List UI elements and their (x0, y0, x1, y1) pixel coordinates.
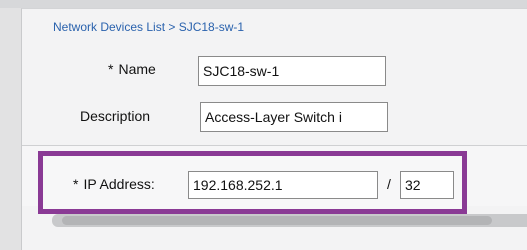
subnet-mask-input[interactable] (400, 171, 454, 199)
ip-address-label: * IP Address: (73, 176, 155, 192)
top-strip (0, 0, 527, 8)
scrollbar-thumb[interactable] (62, 216, 492, 225)
required-marker: * (73, 176, 79, 192)
name-input[interactable] (198, 56, 386, 86)
ip-address-input[interactable] (188, 171, 378, 199)
ip-address-label-text: IP Address: (83, 176, 155, 192)
mask-separator: / (387, 176, 391, 192)
name-label-text: Name (118, 61, 156, 77)
name-label: * Name (108, 61, 156, 77)
breadcrumb[interactable]: Network Devices List > SJC18-sw-1 (53, 20, 244, 34)
description-input[interactable] (200, 102, 388, 132)
required-marker: * (108, 61, 114, 77)
description-label: Description (80, 108, 151, 124)
